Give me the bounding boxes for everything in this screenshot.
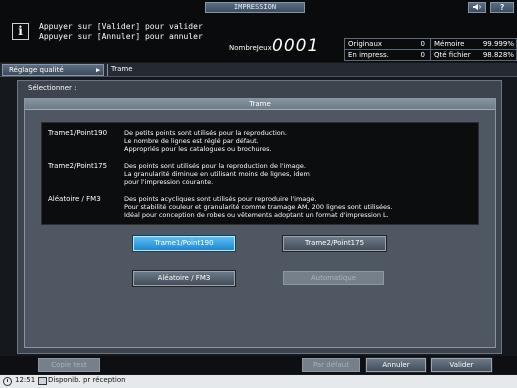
memoire-value: 99.999% xyxy=(482,40,514,48)
screen-selection-panel: Trame Trame1/Point190 De petits points s… xyxy=(24,98,496,348)
en-impress-value: 0 xyxy=(420,51,425,59)
originaux-value: 0 xyxy=(420,40,425,48)
description-line: De petits points sont utilisés pour la r… xyxy=(124,129,287,137)
aleatoire-fm3-button[interactable]: Aléatoire / FM3 xyxy=(133,271,235,286)
breadcrumb: Réglage qualité ▶ Trame xyxy=(0,63,517,77)
screen: IMPRESSION ? i Appuyer sur [Valider] pou… xyxy=(0,0,517,388)
status-divider-horizontal xyxy=(345,49,516,50)
description-line: Des points acycliques sont utilisés pour… xyxy=(124,195,317,203)
description-box: Trame1/Point190 De petits points sont ut… xyxy=(41,122,479,225)
speaker-icon-glyph xyxy=(473,4,481,10)
description-name: Aléatoire / FM3 xyxy=(48,195,101,203)
footer: Copie test Par défaut Annuler Valider xyxy=(0,356,517,374)
qte-fichier-label: Qté fichier xyxy=(434,51,471,59)
description-line: pour l'impression courante. xyxy=(124,178,214,186)
status-bar: 12:51 Disponib. pr réception xyxy=(0,375,517,388)
status-panel: Originaux 0 Mémoire 99.999% En impress. … xyxy=(344,38,517,61)
description-line: Pour stabilité couleur et granularité co… xyxy=(124,203,393,211)
cancel-button[interactable]: Annuler xyxy=(366,358,426,372)
description-name: Trame1/Point190 xyxy=(48,129,108,137)
qte-fichier-value: 98.828% xyxy=(482,51,514,59)
screen-title: IMPRESSION xyxy=(205,2,305,13)
help-button[interactable]: ? xyxy=(490,2,514,13)
en-impress-label: En impress. xyxy=(348,51,389,59)
description-line: Appropriés pour les catalogues ou brochu… xyxy=(124,145,272,153)
breadcrumb-parent[interactable]: Réglage qualité xyxy=(2,64,104,76)
memoire-label: Mémoire xyxy=(434,40,465,48)
description-line: La granularité diminue en utilisant moin… xyxy=(124,170,310,178)
clock-icon xyxy=(3,377,12,386)
count-value: 0001 xyxy=(272,36,320,56)
instruction-line-1: Appuyer sur [Valider] pour valider xyxy=(39,22,203,31)
info-icon: i xyxy=(12,23,29,40)
instruction-line-2: Appuyer sur [Annuler] pour annuler xyxy=(39,32,203,41)
trame1-point190-button[interactable]: Trame1/Point190 xyxy=(133,236,235,251)
default-button: Par défaut xyxy=(302,358,360,372)
clock-time: 12:51 xyxy=(15,376,36,384)
originaux-label: Originaux xyxy=(348,40,383,48)
copy-test-button: Copie test xyxy=(38,358,100,372)
header: IMPRESSION ? i Appuyer sur [Valider] pou… xyxy=(0,0,517,62)
breadcrumb-current: Trame xyxy=(107,64,167,76)
chevron-right-icon: ▶ xyxy=(96,66,101,74)
select-label: Sélectionner : xyxy=(28,84,77,92)
machine-status: Disponib. pr réception xyxy=(48,376,126,384)
automatique-button: Automatique xyxy=(283,271,384,285)
main-panel: Sélectionner : Trame Trame1/Point190 De … xyxy=(17,80,502,354)
panel-title: Trame xyxy=(25,99,495,110)
trame2-point175-button[interactable]: Trame2/Point175 xyxy=(283,236,386,251)
description-line: Des points sont utilisés pour la reprodu… xyxy=(124,162,306,170)
description-line: Idéal pour conception de robes ou vêteme… xyxy=(124,211,389,219)
description-line: Le nombre de lignes est réglé par défaut… xyxy=(124,137,259,145)
validate-button[interactable]: Valider xyxy=(431,358,492,372)
count-label: NombreJeux xyxy=(229,44,272,52)
description-name: Trame2/Point175 xyxy=(48,162,108,170)
speaker-icon[interactable] xyxy=(468,2,486,13)
printer-icon xyxy=(38,377,47,385)
